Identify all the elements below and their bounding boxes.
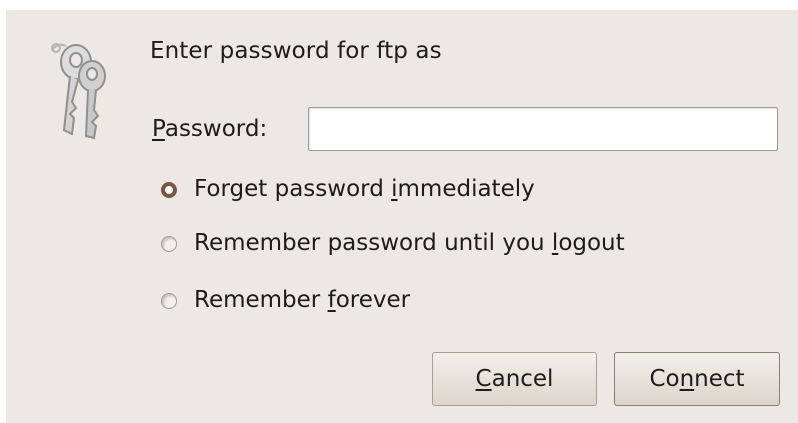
radio-remember-forever[interactable]: Remember forever (161, 287, 410, 313)
password-label-text: assword: (164, 116, 268, 142)
radio-button[interactable] (161, 236, 177, 252)
radio-forget-immediately[interactable]: Forget password immediately (161, 176, 535, 202)
password-input[interactable] (308, 107, 778, 151)
connect-button[interactable]: Co n nect (614, 352, 780, 406)
password-dialog: Enter password for ftp as Password: Forg… (6, 10, 798, 423)
radio-label: Remember forever (194, 287, 411, 313)
radio-remember-until-logout[interactable]: Remember password until you logout (161, 230, 625, 256)
dialog-prompt: Enter password for ftp as (150, 38, 442, 64)
password-label-accel: P (152, 116, 165, 142)
radio-label: Forget password immediately (194, 176, 535, 202)
radio-label: Remember password until you logout (194, 230, 625, 256)
cancel-button[interactable]: Cancel (432, 352, 597, 406)
keys-icon (51, 43, 106, 140)
password-label: Password: (152, 116, 267, 142)
radio-button[interactable] (161, 182, 177, 198)
radio-button[interactable] (161, 293, 177, 309)
